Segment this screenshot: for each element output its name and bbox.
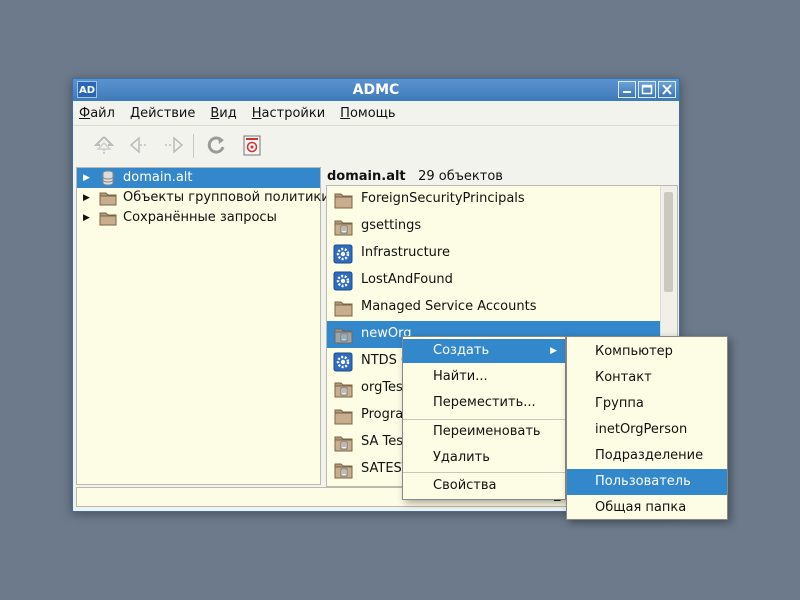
- close-button[interactable]: [658, 81, 676, 98]
- manual-icon[interactable]: [241, 134, 263, 156]
- list-item-label: Managed Service Accounts: [361, 299, 537, 314]
- menu-separator: [403, 472, 565, 473]
- ctx-rename[interactable]: Переименовать: [403, 420, 565, 444]
- scroll-thumb[interactable]: [664, 192, 673, 292]
- list-item[interactable]: Managed Service Accounts: [327, 294, 661, 321]
- ctx-find[interactable]: Найти...: [403, 365, 565, 389]
- ou-folder-icon: [334, 220, 353, 236]
- list-item[interactable]: ForeignSecurityPrincipals: [327, 186, 661, 213]
- list-item-label: gsettings: [361, 218, 422, 233]
- folder-icon: [334, 301, 353, 317]
- list-header: domain.alt 29 объектов: [327, 167, 503, 187]
- sub-shared-folder[interactable]: Общая папка: [567, 495, 727, 521]
- ou-folder-icon: [334, 328, 353, 344]
- sub-group[interactable]: Группа: [567, 391, 727, 417]
- list-item[interactable]: LostAndFound: [327, 267, 661, 294]
- close-icon: [662, 84, 672, 95]
- menu-help[interactable]: Помощь: [340, 106, 395, 121]
- create-submenu: Компьютер Контакт Группа inetOrgPerson П…: [566, 336, 728, 520]
- list-item-label: LostAndFound: [361, 272, 453, 287]
- list-item-label: Infrastructure: [361, 245, 450, 260]
- expand-arrow-icon[interactable]: ▶: [83, 168, 90, 188]
- menu-file[interactable]: Файл: [79, 106, 115, 121]
- ou-folder-icon: [334, 436, 353, 452]
- tree-item-label: Объекты групповой политики: [123, 190, 330, 205]
- tree-item-saved-queries[interactable]: ▶ Сохранённые запросы: [77, 208, 320, 228]
- tree-item-gpo[interactable]: ▶ Объекты групповой политики: [77, 188, 330, 208]
- sub-user[interactable]: Пользователь: [567, 469, 727, 495]
- sub-inetorgperson[interactable]: inetOrgPerson: [567, 417, 727, 443]
- gear-icon: [333, 352, 353, 372]
- maximize-icon: [641, 84, 653, 95]
- menu-settings[interactable]: Настройки: [252, 106, 325, 121]
- gear-icon: [333, 244, 353, 264]
- sub-ou[interactable]: Подразделение: [567, 443, 727, 469]
- list-item-label: orgTest: [361, 380, 408, 395]
- folder-icon: [334, 193, 353, 209]
- navigation-tree[interactable]: ▶ domain.alt ▶ Объекты групповой политик…: [76, 167, 330, 485]
- list-item[interactable]: Infrastructure: [327, 240, 661, 267]
- domain-icon: [102, 170, 114, 186]
- tree-item-domain[interactable]: ▶ domain.alt: [77, 168, 320, 188]
- object-count: 29 объектов: [418, 169, 503, 184]
- window-title: ADMC: [352, 82, 400, 98]
- ctx-delete[interactable]: Удалить: [403, 446, 565, 470]
- forward-icon[interactable]: [163, 134, 185, 156]
- list-item[interactable]: gsettings: [327, 213, 661, 240]
- toolbar: [73, 125, 679, 164]
- ctx-create[interactable]: Создать ▶: [403, 339, 565, 363]
- ou-folder-icon: [334, 382, 353, 398]
- ctx-properties[interactable]: Свойства: [403, 474, 565, 498]
- list-item-label: ForeignSecurityPrincipals: [361, 191, 525, 206]
- folder-icon: [99, 192, 117, 206]
- folder-icon: [99, 212, 117, 226]
- gear-icon: [333, 271, 353, 291]
- tree-item-label: Сохранённые запросы: [123, 210, 277, 225]
- folder-icon: [334, 409, 353, 425]
- list-header-domain: domain.alt: [327, 169, 406, 184]
- maximize-button[interactable]: [638, 81, 656, 98]
- minimize-button[interactable]: [618, 81, 636, 98]
- submenu-arrow-icon: ▶: [550, 346, 557, 356]
- refresh-icon[interactable]: [205, 134, 227, 156]
- expand-arrow-icon[interactable]: ▶: [83, 208, 90, 228]
- minimize-icon: [623, 91, 631, 93]
- title-bar[interactable]: AD ADMC: [73, 79, 679, 101]
- expand-arrow-icon[interactable]: ▶: [83, 188, 90, 208]
- ou-folder-icon: [334, 463, 353, 479]
- context-menu: Создать ▶ Найти... Переместить... Переиме…: [402, 336, 566, 500]
- toolbar-separator: [193, 134, 194, 158]
- menu-view[interactable]: Вид: [210, 106, 236, 121]
- ctx-move[interactable]: Переместить...: [403, 391, 565, 415]
- sub-computer[interactable]: Компьютер: [567, 339, 727, 365]
- menu-bar: Файл Действие Вид Настройки Помощь: [73, 101, 679, 125]
- sub-contact[interactable]: Контакт: [567, 365, 727, 391]
- tree-item-label: domain.alt: [123, 170, 193, 185]
- menu-action[interactable]: Действие: [130, 106, 195, 121]
- back-icon[interactable]: [128, 134, 150, 156]
- up-icon[interactable]: [93, 134, 115, 156]
